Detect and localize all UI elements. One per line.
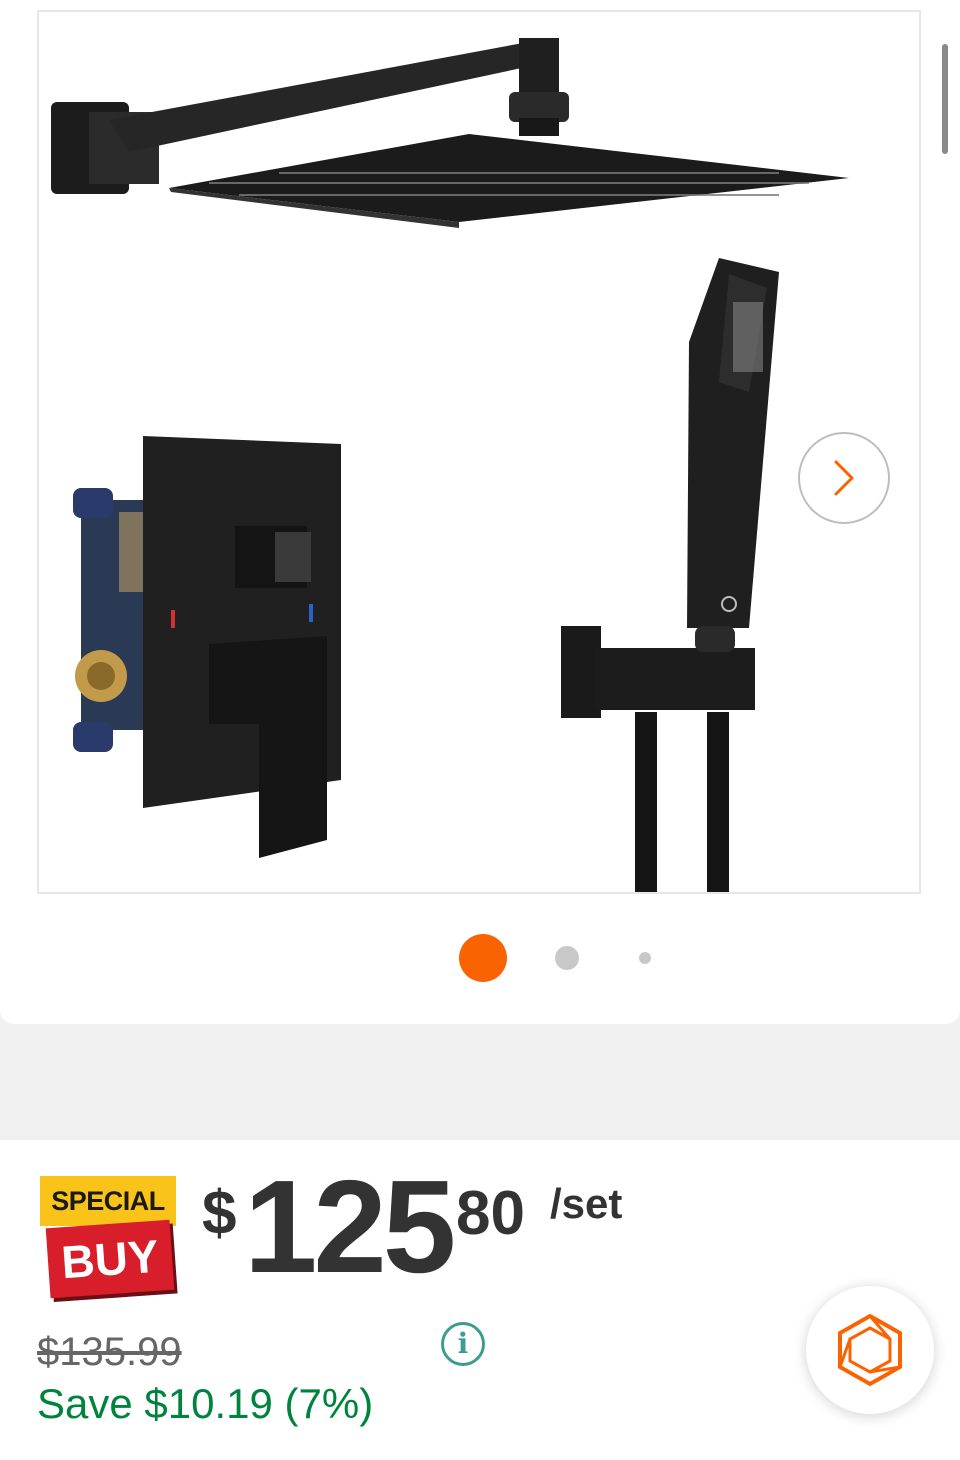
scrollbar-thumb[interactable]: [942, 44, 948, 154]
price-cents: 80: [456, 1179, 525, 1248]
section-divider-band: [0, 1010, 960, 1140]
chevron-right-icon: [834, 460, 854, 496]
badge-special-text: SPECIAL: [40, 1176, 176, 1226]
price-currency: $: [202, 1179, 237, 1248]
was-price: $135.99: [37, 1330, 182, 1374]
savings-text: Save $10.19 (7%): [37, 1380, 374, 1427]
badge-buy-text: BUY: [45, 1219, 175, 1299]
info-icon[interactable]: i: [441, 1322, 485, 1366]
product-image-card: [0, 0, 960, 1024]
next-image-button[interactable]: [798, 432, 890, 524]
carousel-dot[interactable]: [555, 946, 579, 970]
chat-assistant-button[interactable]: [806, 1286, 934, 1414]
carousel-dots: [0, 930, 960, 990]
price-whole: 125: [244, 1153, 456, 1300]
product-image[interactable]: [37, 10, 921, 894]
special-buy-badge: SPECIAL BUY: [40, 1176, 178, 1306]
hexagon-chat-icon: [838, 1313, 902, 1387]
price-section: SPECIAL BUY $ 125 80 /set $135.99 i Save…: [0, 1140, 960, 1460]
price-unit: /set: [550, 1180, 623, 1227]
carousel-dot-active[interactable]: [459, 934, 507, 982]
shower-system-illustration: [51, 38, 849, 892]
carousel-dot[interactable]: [639, 952, 651, 964]
